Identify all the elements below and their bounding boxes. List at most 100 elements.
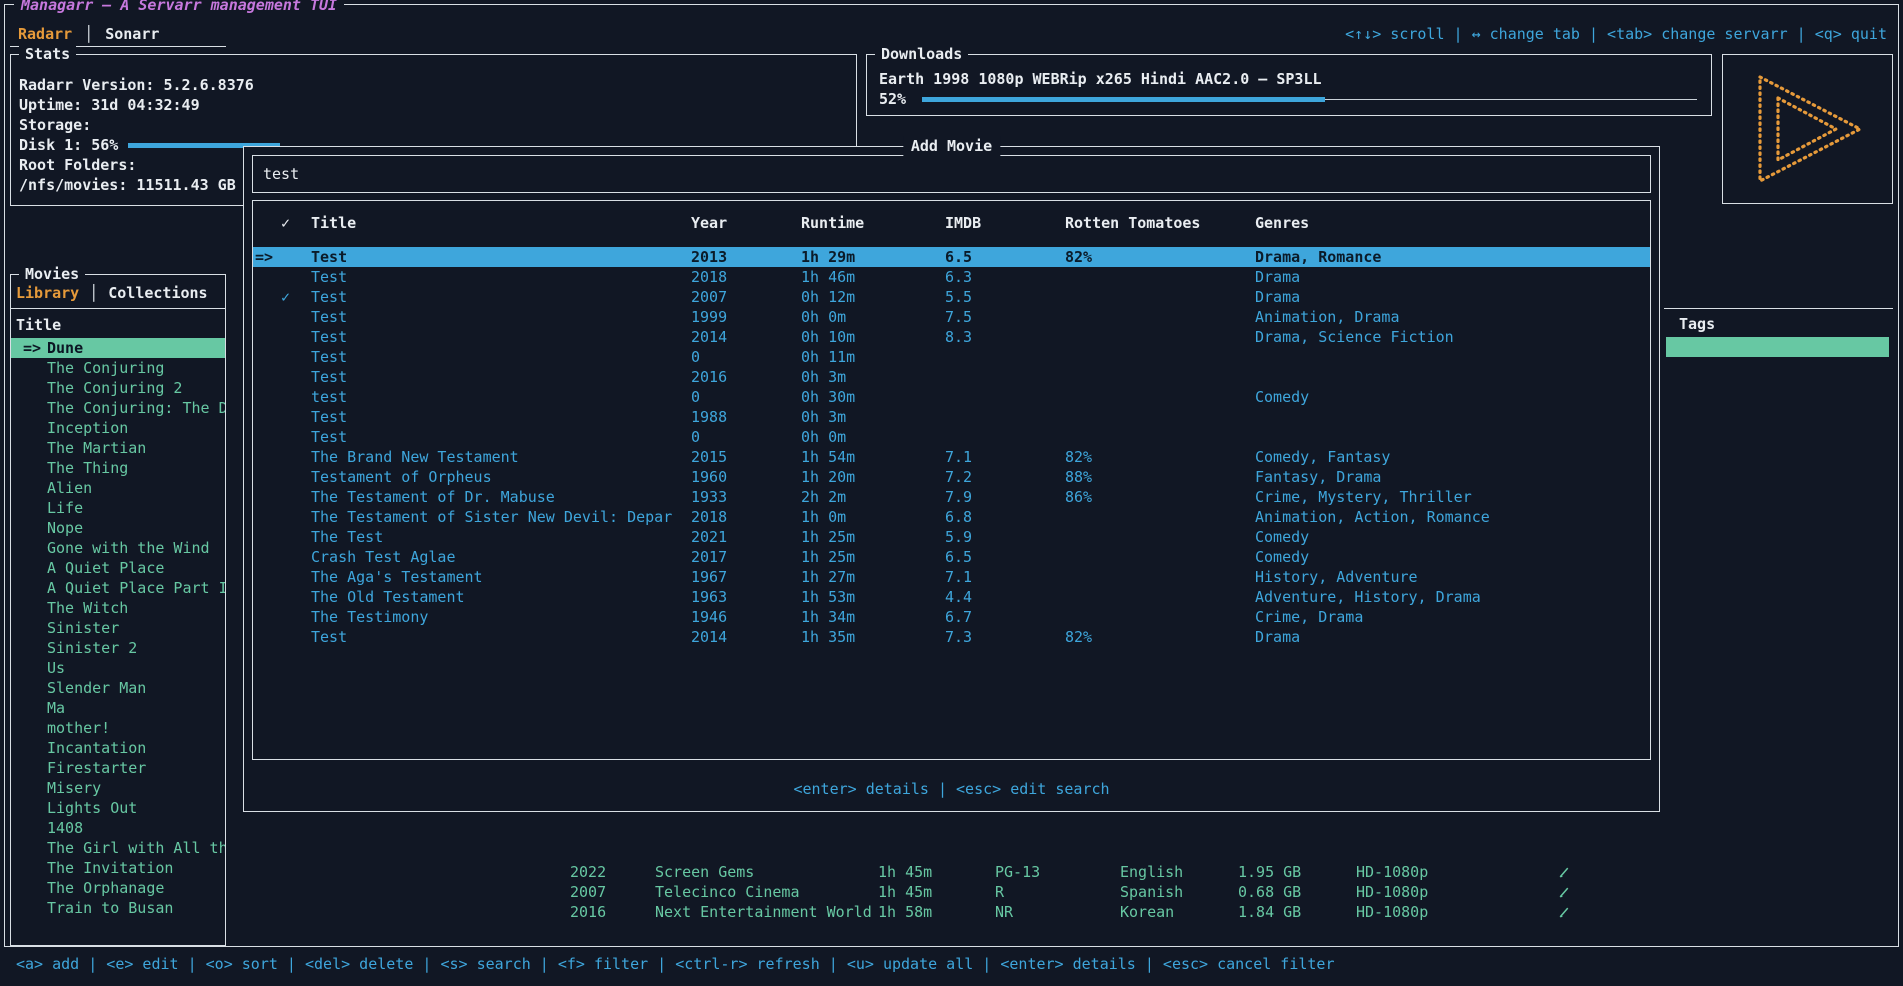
search-result-row[interactable]: Testament of Orpheus 1960 1h 20m 7.2 88%… [253,467,1650,487]
movie-list-item[interactable]: The Girl with All the [11,838,225,858]
movie-list-item[interactable]: Firestarter [11,758,225,778]
selection-arrow [255,627,281,647]
movie-title: Alien [47,478,92,498]
movie-language: English [1120,862,1238,882]
movie-list-item[interactable]: The Invitation [11,858,225,878]
result-year: 2007 [691,287,801,307]
search-result-row[interactable]: Test 0 0h 11m [253,347,1650,367]
search-result-row[interactable]: Test 0 0h 0m [253,427,1650,447]
result-rotten-tomatoes [1065,407,1255,427]
downloads-panel-title: Downloads [875,44,968,64]
result-imdb: 4.4 [945,587,1065,607]
search-result-row[interactable]: Test 2014 0h 10m 8.3 Drama, Science Fict… [253,327,1650,347]
movie-list-item[interactable]: The Thing [11,458,225,478]
results-header-row: ✓ Title Year Runtime IMDB Rotten Tomatoe… [253,201,1650,247]
result-title: The Test [311,527,691,547]
tags-header-separator [1664,308,1893,309]
selection-arrow [255,527,281,547]
movie-list-item[interactable]: A Quiet Place [11,558,225,578]
tab-library[interactable]: Library [16,283,79,303]
movie-list-item[interactable]: The Conjuring: The De [11,398,225,418]
movie-title: Misery [47,778,101,798]
top-keybinds-help: <↑↓> scroll | ↔ change tab | <tab> chang… [1345,24,1887,44]
movie-list-item[interactable]: Nope [11,518,225,538]
storage-label: Storage: [19,115,856,135]
movie-list-item[interactable]: Sinister 2 [11,638,225,658]
selection-arrow [255,327,281,347]
result-year: 0 [691,347,801,367]
column-header-year: Year [691,213,801,247]
tab-radarr[interactable]: Radarr [18,24,72,44]
movie-list-item[interactable]: Ma [11,698,225,718]
download-progress-fill [922,97,1325,102]
movie-list-item[interactable]: => Dune [11,338,225,358]
result-imdb: 7.9 [945,487,1065,507]
movie-list-item[interactable]: The Martian [11,438,225,458]
movie-list-item[interactable]: Incantation [11,738,225,758]
search-result-row[interactable]: Test 1999 0h 0m 7.5 Animation, Drama [253,307,1650,327]
selection-arrow [255,307,281,327]
movie-list-item[interactable]: Gone with the Wind [11,538,225,558]
result-year: 1946 [691,607,801,627]
result-runtime: 1h 20m [801,467,945,487]
result-genres: Comedy [1255,387,1650,407]
result-rotten-tomatoes: 88% [1065,467,1255,487]
result-year: 1967 [691,567,801,587]
search-result-row[interactable]: The Old Testament 1963 1h 53m 4.4 Advent… [253,587,1650,607]
movie-list-item[interactable]: 1408 [11,818,225,838]
tab-collections[interactable]: Collections [108,283,207,303]
movie-list-item[interactable]: Life [11,498,225,518]
search-result-row[interactable]: Test 2016 0h 3m [253,367,1650,387]
movie-title: The Orphanage [47,878,164,898]
movie-list-item[interactable]: Misery [11,778,225,798]
search-result-row[interactable]: Test 2018 1h 46m 6.3 Drama [253,267,1650,287]
search-result-row[interactable]: The Testimony 1946 1h 34m 6.7 Crime, Dra… [253,607,1650,627]
movie-title: Dune [47,338,83,358]
search-result-row[interactable]: The Test 2021 1h 25m 5.9 Comedy [253,527,1650,547]
movie-list-item[interactable]: The Witch [11,598,225,618]
search-result-row[interactable]: test 0 0h 30m Comedy [253,387,1650,407]
movie-list-item[interactable]: The Conjuring 2 [11,378,225,398]
search-result-row[interactable]: Crash Test Aglae 2017 1h 25m 6.5 Comedy [253,547,1650,567]
search-result-row[interactable]: Test 2014 1h 35m 7.3 82% Drama [253,627,1650,647]
movie-list-item[interactable]: Slender Man [11,678,225,698]
movie-list-item[interactable]: mother! [11,718,225,738]
library-table-row[interactable]: 2016 Next Entertainment World 1h 58m NR … [570,902,1588,922]
movie-list-item[interactable]: Train to Busan [11,898,225,918]
movie-list-item[interactable]: Sinister [11,618,225,638]
library-table-row[interactable]: 2022 Screen Gems 1h 45m PG-13 English 1.… [570,862,1588,882]
movie-title: Train to Busan [47,898,173,918]
result-title: Test [311,367,691,387]
selection-arrow [23,598,47,618]
movie-list-item[interactable]: Inception [11,418,225,438]
result-rotten-tomatoes [1065,507,1255,527]
selection-arrow [23,678,47,698]
tab-sonarr[interactable]: Sonarr [105,24,159,44]
result-year: 2018 [691,267,801,287]
search-result-row[interactable]: ✓ Test 2007 0h 12m 5.5 Drama [253,287,1650,307]
search-result-row[interactable]: The Testament of Dr. Mabuse 1933 2h 2m 7… [253,487,1650,507]
search-result-row[interactable]: The Brand New Testament 2015 1h 54m 7.1 … [253,447,1650,467]
search-result-row[interactable]: The Testament of Sister New Devil: Depar… [253,507,1650,527]
library-table-row[interactable]: 2007 Telecinco Cinema 1h 45m R Spanish 0… [570,882,1588,902]
result-genres [1255,347,1650,367]
logo-panel [1722,54,1893,204]
checkmark-icon [281,507,311,527]
movie-list-item[interactable]: Us [11,658,225,678]
result-imdb: 7.2 [945,467,1065,487]
bottom-keybar: <a> add | <e> edit | <o> sort | <del> de… [4,946,1899,982]
movie-list-item[interactable]: The Conjuring [11,358,225,378]
search-result-row[interactable]: The Aga's Testament 1967 1h 27m 7.1 Hist… [253,567,1650,587]
movie-list-item[interactable]: A Quiet Place Part II [11,578,225,598]
checkmark-icon [281,387,311,407]
movie-list-item[interactable]: Alien [11,478,225,498]
result-title: Test [311,247,691,267]
search-result-row[interactable]: Test 1988 0h 3m [253,407,1650,427]
selection-arrow [23,738,47,758]
result-title: Test [311,347,691,367]
movie-list-item[interactable]: Lights Out [11,798,225,818]
search-result-row[interactable]: => Test 2013 1h 29m 6.5 82% Drama, Roman… [253,247,1650,267]
movie-list-item[interactable]: The Orphanage [11,878,225,898]
result-rotten-tomatoes: 82% [1065,247,1255,267]
movie-search-input[interactable] [252,155,1651,193]
